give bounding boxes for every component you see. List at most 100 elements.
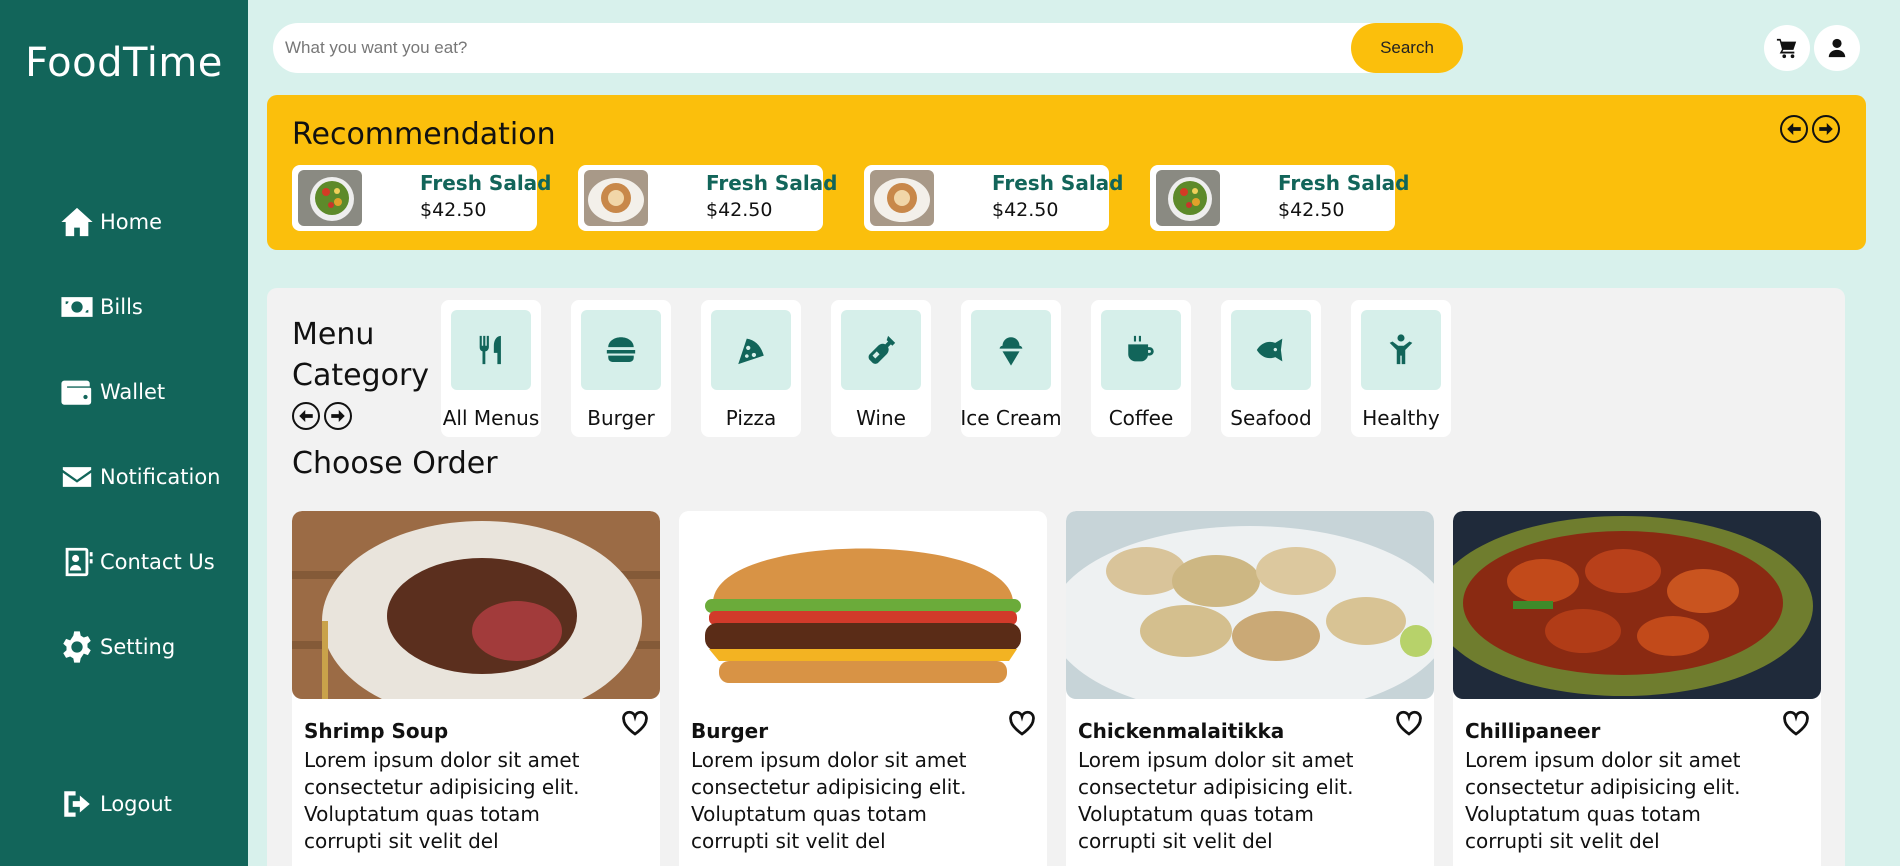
recommendation-prev-button[interactable] [1780,115,1808,143]
ice-cream-icon [971,310,1051,390]
burger-image [679,511,1047,699]
fish-icon [1231,310,1311,390]
steak-image [292,511,660,699]
favorite-button[interactable] [1781,709,1811,739]
logout-button[interactable]: Logout [60,787,172,821]
recommendation-card[interactable]: Fresh Salad $42.50 [1150,165,1409,231]
sidebar-item-home[interactable]: Home [60,205,162,239]
heart-icon [1009,710,1035,736]
user-button[interactable] [1814,25,1860,71]
food-card[interactable]: Chickenmalaitikka Lorem ipsum dolor sit … [1066,511,1434,866]
burger-icon [581,310,661,390]
recommendation-price: $42.50 [706,199,773,221]
category-coffee[interactable]: Coffee [1091,300,1191,437]
recommendation-name: Fresh Salad [706,171,838,195]
food-description: Lorem ipsum dolor sit amet consectetur a… [1078,748,1354,853]
category-label: Seafood [1230,406,1312,430]
category-prev-button[interactable] [292,402,320,430]
contact-card-icon [65,547,93,577]
pizza-icon [711,310,791,390]
sidebar-item-label: Contact Us [100,550,215,574]
recommendation-name: Fresh Salad [992,171,1124,195]
food-card[interactable]: Shrimp Soup Lorem ipsum dolor sit amet c… [292,511,660,866]
favorite-button[interactable] [620,709,650,739]
cart-button[interactable] [1764,25,1810,71]
logout-icon [64,791,90,817]
category-seafood[interactable]: Seafood [1221,300,1321,437]
food-name: Chickenmalaitikka [1078,719,1285,743]
heart-icon [1396,710,1422,736]
arrow-left-icon [299,410,313,422]
recommendation-name: Fresh Salad [420,171,552,195]
recommendation-price: $42.50 [420,199,487,221]
arrow-right-icon [1819,123,1833,135]
recommendation-title: Recommendation [292,117,556,152]
recommendation-price: $42.50 [1278,199,1345,221]
sidebar-item-label: Notification [100,465,221,489]
sidebar-item-label: Home [100,210,163,234]
wallet-icon [61,380,92,405]
salad-image [1156,170,1220,226]
food-name: Shrimp Soup [304,719,449,743]
food-card[interactable]: Burger Lorem ipsum dolor sit amet consec… [679,511,1047,866]
user-icon [1828,38,1846,58]
category-label: Coffee [1108,406,1174,430]
sidebar-item-notification[interactable]: Notification [60,460,221,494]
recommendation-section: Recommendation Fresh Salad $42.50 Fresh … [267,95,1866,250]
category-label: All Menus [442,406,540,430]
menu-category-title: Menu Category [292,317,430,393]
category-next-button[interactable] [324,402,352,430]
coffee-icon [1101,310,1181,390]
money-bill-icon [61,297,93,317]
food-description: Lorem ipsum dolor sit amet consectetur a… [1465,748,1741,853]
wine-bottle-icon [841,310,921,390]
chicken-tikka-image [1066,511,1434,699]
utensils-icon [451,310,531,390]
food-name: Chillipaneer [1465,719,1601,743]
food-description: Lorem ipsum dolor sit amet consectetur a… [691,748,967,853]
recommendation-next-button[interactable] [1812,115,1840,143]
category-label: Wine [856,406,906,430]
cart-icon [1776,38,1797,59]
sidebar-item-setting[interactable]: Setting [60,630,175,664]
sidebar-item-wallet[interactable]: Wallet [60,375,165,409]
category-ice-cream[interactable]: Ice Cream [960,300,1062,437]
favorite-button[interactable] [1007,709,1037,739]
category-healthy[interactable]: Healthy [1351,300,1451,437]
category-label: Ice Cream [960,406,1062,430]
category-burger[interactable]: Burger [571,300,671,437]
choose-order-title: Choose Order [292,446,498,481]
search-bar: Search [273,23,1463,73]
person-icon [1361,310,1441,390]
search-input[interactable] [285,23,1335,73]
salad-image [298,170,362,226]
arrow-left-icon [1787,123,1801,135]
sidebar-item-label: Bills [100,295,143,319]
food-name: Burger [691,719,769,743]
sidebar-item-label: Wallet [100,380,166,404]
category-wine[interactable]: Wine [831,300,931,437]
brand-logo: FoodTime [25,40,223,86]
heart-icon [622,710,648,736]
search-button[interactable]: Search [1351,23,1463,73]
category-pizza[interactable]: Pizza [701,300,801,437]
gear-icon [63,631,91,663]
sidebar-item-contact-us[interactable]: Contact Us [60,545,215,579]
recommendation-price: $42.50 [992,199,1059,221]
recommendation-card[interactable]: Fresh Salad $42.50 [864,165,1123,231]
sidebar-item-label: Setting [100,635,176,659]
food-card[interactable]: Chillipaneer Lorem ipsum dolor sit amet … [1453,511,1821,866]
recommendation-card[interactable]: Fresh Salad $42.50 [292,165,551,231]
sidebar-item-bills[interactable]: Bills [60,290,143,324]
favorite-button[interactable] [1394,709,1424,739]
recommendation-name: Fresh Salad [1278,171,1410,195]
arrow-right-icon [331,410,345,422]
category-all-menus[interactable]: All Menus [441,300,541,437]
heart-icon [1783,710,1809,736]
recommendation-card[interactable]: Fresh Salad $42.50 [578,165,837,231]
coffee-image [584,170,648,226]
coffee-image [870,170,934,226]
category-label: Pizza [725,406,777,430]
main-panel: Menu Category All Menus Burger Pizza Win… [267,288,1845,866]
logout-label: Logout [100,792,172,816]
